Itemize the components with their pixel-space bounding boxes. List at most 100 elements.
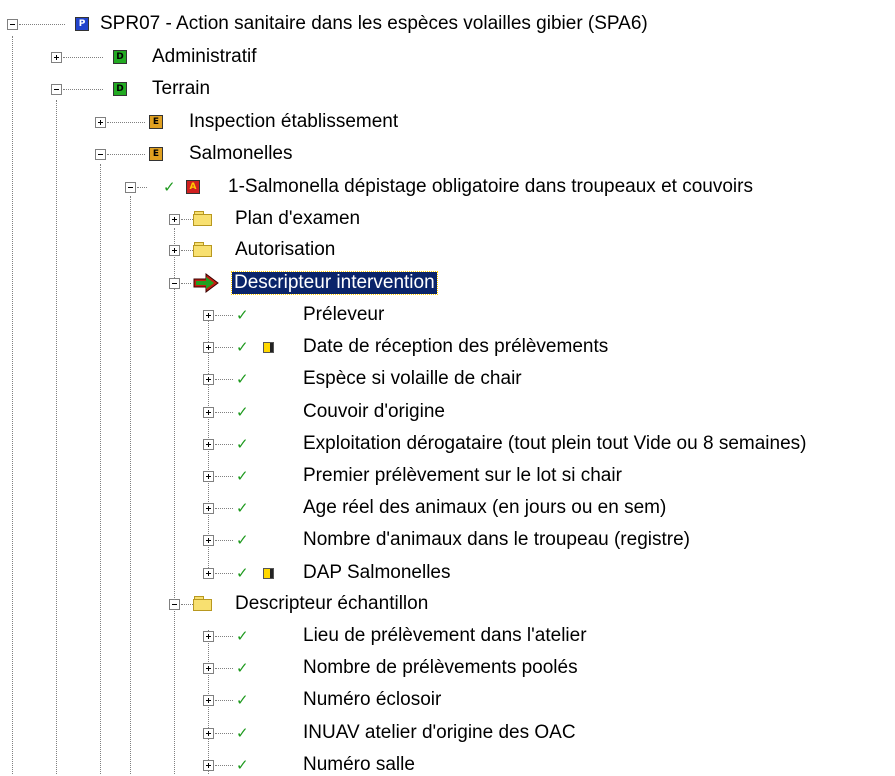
tree-node-field[interactable]: Préleveur <box>303 304 384 326</box>
collapse-toggle[interactable] <box>169 278 180 289</box>
tree-line <box>215 476 233 477</box>
tree-node-administratif[interactable]: Administratif <box>152 46 257 68</box>
expand-toggle[interactable] <box>203 471 214 482</box>
tree-line <box>12 36 13 774</box>
folder-icon <box>193 596 213 611</box>
procedure-icon: P <box>75 17 89 31</box>
tree-node-action[interactable]: 1-Salmonella dépistage obligatoire dans … <box>228 176 753 198</box>
expand-toggle[interactable] <box>203 695 214 707</box>
tree-node-field[interactable]: Couvoir d'origine <box>303 401 445 423</box>
tree-line <box>181 250 193 251</box>
collapse-toggle[interactable] <box>125 182 136 193</box>
note-icon <box>263 342 274 354</box>
expand-toggle[interactable] <box>203 374 214 386</box>
check-icon: ✓ <box>236 402 249 421</box>
expand-toggle[interactable] <box>203 727 214 739</box>
tree-line <box>181 604 193 605</box>
tree-line <box>215 443 233 445</box>
tree-node-field[interactable]: Lieu de prélèvement dans l'atelier <box>303 625 587 647</box>
expand-toggle[interactable] <box>203 438 214 450</box>
check-icon: ✓ <box>236 338 249 357</box>
expand-toggle[interactable] <box>203 535 214 547</box>
expand-toggle[interactable] <box>203 406 214 418</box>
expand-toggle[interactable] <box>169 214 180 225</box>
tree-node-root[interactable]: SPR07 - Action sanitaire dans les espèce… <box>100 13 648 35</box>
tree-line <box>137 187 147 188</box>
check-icon: ✓ <box>236 434 249 453</box>
tree-line <box>215 700 233 702</box>
tree-line <box>56 100 57 774</box>
tree-line <box>107 154 145 155</box>
expand-toggle[interactable] <box>203 503 214 515</box>
collapse-toggle[interactable] <box>51 84 62 95</box>
tree-line <box>63 57 103 58</box>
tree-line <box>63 89 103 90</box>
tree-line <box>215 411 233 413</box>
expand-toggle[interactable] <box>203 310 214 321</box>
tree-line <box>215 379 233 381</box>
tree-node-autorisation[interactable]: Autorisation <box>235 239 335 261</box>
tree-line <box>174 228 175 774</box>
tree-node-field[interactable]: Espèce si volaille de chair <box>303 368 522 390</box>
expand-toggle[interactable] <box>95 117 106 128</box>
tree-node-field[interactable]: INUAV atelier d'origine des OAC <box>303 722 576 744</box>
expand-toggle[interactable] <box>203 663 214 675</box>
tree-node-field[interactable]: Premier prélèvement sur le lot si chair <box>303 465 622 487</box>
section-icon: E <box>149 115 163 129</box>
tree-node-field[interactable]: Nombre de prélèvements poolés <box>303 657 578 679</box>
tree-line <box>215 315 233 316</box>
collapse-toggle[interactable] <box>7 19 18 30</box>
check-icon: ✓ <box>236 755 249 774</box>
collapse-toggle[interactable] <box>95 149 106 160</box>
tree-node-field[interactable]: Numéro salle <box>303 754 415 776</box>
tree-node-plan-examen[interactable]: Plan d'examen <box>235 208 360 230</box>
tree-node-descripteur-intervention[interactable]: Descripteur intervention <box>231 271 438 295</box>
tree-line <box>215 508 233 510</box>
tree-node-field[interactable]: DAP Salmonelles <box>303 562 451 584</box>
tree-node-inspection[interactable]: Inspection établissement <box>189 111 398 133</box>
tree-line <box>107 122 145 123</box>
domain-icon: D <box>113 82 127 96</box>
check-icon: ✓ <box>236 563 249 582</box>
tree-node-descripteur-echantillon[interactable]: Descripteur échantillon <box>235 593 428 615</box>
tree-line <box>215 347 233 349</box>
tree-line <box>215 572 233 574</box>
tree-line <box>100 164 101 774</box>
tree-line <box>215 668 233 670</box>
check-icon: ✓ <box>236 659 249 678</box>
tree-line <box>181 219 193 220</box>
note-icon <box>263 567 274 579</box>
check-icon: ✓ <box>236 499 249 518</box>
expand-toggle[interactable] <box>203 342 214 354</box>
tree-node-field[interactable]: Age réel des animaux (en jours ou en sem… <box>303 497 666 519</box>
check-icon: ✓ <box>163 178 176 196</box>
tree-node-field[interactable]: Nombre d'animaux dans le troupeau (regis… <box>303 529 690 551</box>
collapse-toggle[interactable] <box>169 599 180 610</box>
tree-node-field[interactable]: Numéro éclosoir <box>303 689 441 711</box>
section-icon: E <box>149 147 163 161</box>
expand-toggle[interactable] <box>169 245 180 256</box>
domain-icon: D <box>113 50 127 64</box>
expand-toggle[interactable] <box>203 567 214 579</box>
check-icon: ✓ <box>236 723 249 742</box>
arrow-right-icon <box>193 273 219 293</box>
tree-node-field[interactable]: Exploitation dérogataire (tout plein tou… <box>303 433 806 455</box>
tree-node-salmonelles[interactable]: Salmonelles <box>189 143 293 165</box>
tree-node-field[interactable]: Date de réception des prélèvements <box>303 336 608 358</box>
tree-view[interactable]: P SPR07 - Action sanitaire dans les espè… <box>0 0 895 776</box>
tree-line <box>215 636 233 637</box>
expand-toggle[interactable] <box>203 759 214 771</box>
tree-line <box>19 24 65 25</box>
check-icon: ✓ <box>236 531 249 550</box>
check-icon: ✓ <box>236 691 249 710</box>
tree-line <box>181 283 191 284</box>
folder-icon <box>193 242 213 257</box>
check-icon: ✓ <box>236 627 249 645</box>
expand-toggle[interactable] <box>51 52 62 63</box>
tree-line <box>215 764 233 766</box>
check-icon: ✓ <box>236 370 249 389</box>
tree-node-terrain[interactable]: Terrain <box>152 78 210 100</box>
expand-toggle[interactable] <box>203 631 214 642</box>
tree-line <box>215 540 233 542</box>
tree-line <box>130 196 131 774</box>
